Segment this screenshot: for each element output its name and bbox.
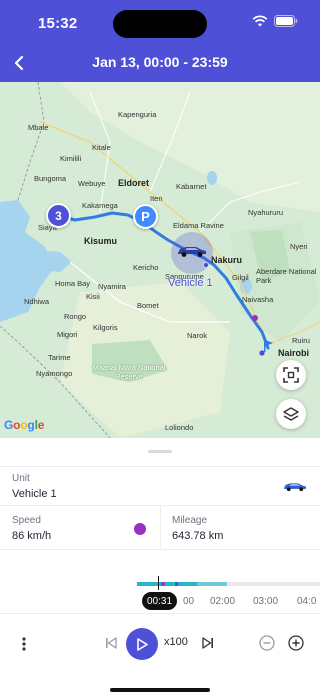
mileage-value: 643.78 km xyxy=(172,530,224,542)
page-title: Jan 13, 00:00 - 23:59 xyxy=(92,54,228,70)
car-icon xyxy=(284,483,306,492)
focus-frame-icon xyxy=(283,367,299,383)
more-vertical-icon xyxy=(22,637,26,651)
place-label: Kakamega xyxy=(82,201,118,210)
timeline-cursor[interactable] xyxy=(158,576,159,590)
place-label: Gilgil xyxy=(232,273,249,282)
play-icon xyxy=(137,637,148,651)
place-label: Kitale xyxy=(92,143,111,152)
place-label: Eldoret xyxy=(118,178,150,188)
place-label: Aberdare National Park xyxy=(256,267,317,285)
next-button[interactable] xyxy=(198,633,218,653)
current-time-badge: 00:31 xyxy=(142,592,178,610)
timeline-segment xyxy=(197,582,227,586)
place-label: Tarime xyxy=(48,353,71,362)
map-terrain xyxy=(0,82,320,438)
more-options-button[interactable] xyxy=(14,634,34,654)
place-label: Narok xyxy=(187,331,208,340)
zoom-out-button[interactable] xyxy=(257,633,277,653)
skip-previous-icon xyxy=(106,637,117,649)
app-header: 15:32 Jan 13, 00:00 - 23:59 xyxy=(0,0,320,82)
status-time: 15:32 xyxy=(38,15,78,32)
previous-button[interactable] xyxy=(101,633,121,653)
dynamic-island xyxy=(113,10,207,38)
zoom-in-icon xyxy=(288,635,304,651)
place-label: Maasai Mara National Reserve xyxy=(92,363,166,381)
place-label: Kilgoris xyxy=(93,323,118,332)
timeline-tick: 03:00 xyxy=(253,596,279,607)
place-label: Kisumu xyxy=(84,236,118,246)
home-indicator xyxy=(110,688,210,692)
timeline-segment xyxy=(161,582,165,586)
place-label: Kimilili xyxy=(60,154,82,163)
timeline-fill xyxy=(137,582,197,586)
unit-row: Unit Vehicle 1 xyxy=(0,466,320,506)
place-label: Bungoma xyxy=(34,174,67,183)
sheet-drag-handle[interactable] xyxy=(148,450,172,453)
place-label: Nairobi xyxy=(278,348,310,358)
playback-controls: x100 xyxy=(0,613,320,673)
details-sheet: Unit Vehicle 1 Speed 86 km/h Mileage 643… xyxy=(0,438,320,696)
place-label: Eldama Ravine xyxy=(173,221,224,230)
place-label: Nyamira xyxy=(98,282,126,291)
place-label: Bomet xyxy=(137,301,159,310)
place-label: Kisii xyxy=(86,292,100,301)
place-label: Nyahururu xyxy=(248,208,284,217)
playback-timeline[interactable]: 00:31 00 02:00 03:00 04:0 xyxy=(0,576,320,612)
timeline-tick: 04:0 xyxy=(297,596,317,607)
place-label: Ndhiwa xyxy=(24,297,50,306)
place-label: Naivasha xyxy=(242,295,274,304)
timeline-track[interactable] xyxy=(137,582,320,586)
zoom-out-icon xyxy=(259,635,275,651)
status-icons xyxy=(252,15,298,27)
place-label: Rongo xyxy=(64,312,87,321)
playback-speed-button[interactable]: x100 xyxy=(164,636,188,648)
layers-icon xyxy=(283,407,299,421)
place-label: Iten xyxy=(150,194,163,203)
place-label: Nyeri xyxy=(290,242,308,251)
wifi-icon xyxy=(252,15,268,27)
vehicle-map-label: Vehicle 1 xyxy=(168,277,213,289)
zoom-in-button[interactable] xyxy=(286,633,306,653)
place-label: Ruiru xyxy=(292,336,310,345)
play-button[interactable] xyxy=(126,628,158,660)
mileage-label: Mileage xyxy=(172,515,208,526)
timeline-tick: 00 xyxy=(183,596,195,607)
stats-row: Speed 86 km/h Mileage 643.78 km xyxy=(0,506,320,550)
unit-label: Unit xyxy=(12,473,30,484)
parking-marker[interactable]: P xyxy=(133,204,158,229)
stats-divider xyxy=(160,506,161,550)
google-attribution: Google xyxy=(4,418,44,432)
unit-value: Vehicle 1 xyxy=(12,488,57,500)
battery-icon xyxy=(274,15,298,27)
place-label: Homa Bay xyxy=(55,279,91,288)
place-label: Kericho xyxy=(133,263,159,272)
timeline-segment xyxy=(175,582,178,586)
place-label: Nyamongo xyxy=(36,369,73,378)
speed-label: Speed xyxy=(12,515,41,526)
place-label: Kapenguria xyxy=(118,110,157,119)
map-view[interactable]: Mbale Kapenguria Kimilili Bungoma Webuye… xyxy=(0,82,320,438)
place-label: Loliondo xyxy=(165,423,194,432)
google-logo-text: Google xyxy=(4,418,45,432)
timeline-tick: 02:00 xyxy=(210,596,236,607)
stop-count-marker[interactable]: 3 xyxy=(46,203,71,228)
place-label: Webuye xyxy=(78,179,106,188)
place-label: Nakuru xyxy=(211,255,243,265)
map-layers-button[interactable] xyxy=(276,399,306,429)
car-icon[interactable] xyxy=(176,244,208,258)
place-label: Migori xyxy=(57,330,78,339)
place-label: Kabarnet xyxy=(176,182,207,191)
skip-next-icon xyxy=(202,637,213,649)
place-label: Mbale xyxy=(28,123,49,132)
speed-color-dot xyxy=(134,523,146,535)
fit-bounds-button[interactable] xyxy=(276,360,306,390)
speed-value: 86 km/h xyxy=(12,530,52,542)
